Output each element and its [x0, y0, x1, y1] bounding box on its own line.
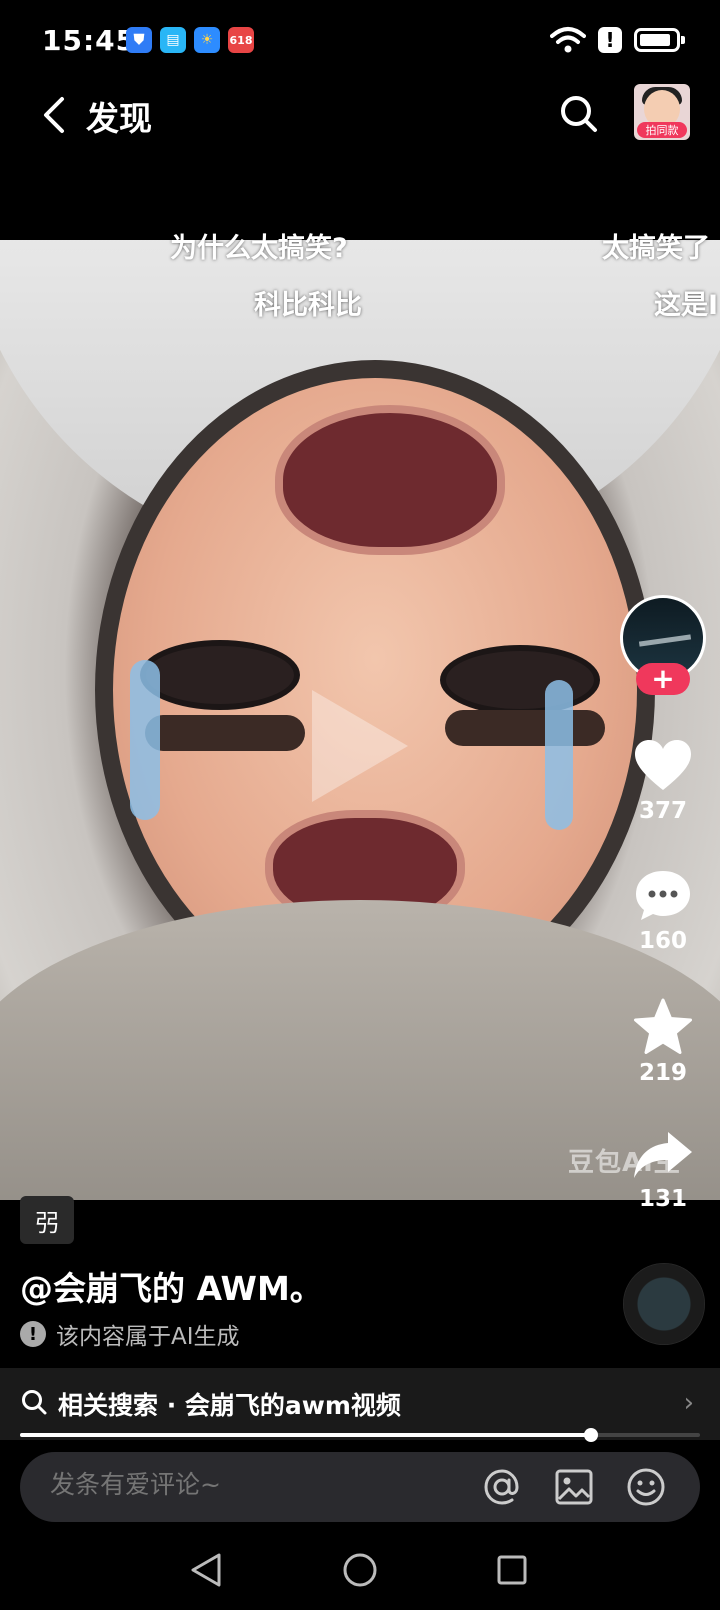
weather-app-icon: ☀ — [194, 27, 220, 53]
nav-recents-button[interactable] — [488, 1546, 536, 1594]
image-button[interactable] — [552, 1465, 596, 1509]
same-style-button[interactable]: 拍同款 — [634, 84, 690, 140]
music-disc[interactable] — [623, 1263, 705, 1345]
mention-button[interactable] — [480, 1465, 524, 1509]
share-button[interactable]: 131 — [625, 1130, 701, 1212]
video-tear-right — [545, 680, 573, 830]
avatar-rifle — [638, 634, 692, 647]
video-eye-right — [440, 645, 600, 715]
square-recents-icon — [497, 1555, 527, 1585]
danmaku-comment: 太搞笑了 — [602, 233, 710, 264]
shopping-app-icon: 618 — [228, 27, 254, 53]
topic-tag[interactable]: 弜 — [20, 1196, 74, 1244]
video-eye-left — [140, 640, 300, 710]
header: 发现 拍同款 — [0, 84, 720, 184]
related-search-bar[interactable]: 相关搜索 · 会崩飞的awm视频 › — [0, 1368, 720, 1440]
back-button[interactable] — [34, 92, 74, 138]
page-title: 发现 — [86, 99, 152, 138]
status-time: 15:45 — [42, 24, 137, 57]
emoji-button[interactable] — [624, 1465, 668, 1509]
search-button[interactable] — [557, 92, 601, 136]
video-stripe-left — [145, 715, 305, 751]
related-search-text: 相关搜索 · 会崩飞的awm视频 — [58, 1391, 401, 1420]
author-name[interactable]: @会崩飞的 AWM。 — [20, 1262, 323, 1310]
search-icon — [22, 1390, 47, 1415]
video-progress-bar[interactable] — [20, 1428, 700, 1442]
status-right: ! — [550, 26, 685, 54]
triangle-back-icon — [191, 1553, 221, 1587]
comment-bar — [20, 1452, 700, 1522]
comment-icon — [636, 871, 690, 920]
video-mouth-upper — [275, 405, 505, 555]
nav-home-button[interactable] — [336, 1546, 384, 1594]
nav-back-button[interactable] — [182, 1546, 230, 1594]
system-nav-bar — [0, 1530, 720, 1610]
share-count: 131 — [638, 1186, 687, 1212]
status-bar: 15:45 ⛊ ▤ ☀ 618 ! — [0, 0, 720, 84]
emoji-icon — [627, 1468, 665, 1506]
same-style-badge: 拍同款 — [637, 122, 687, 138]
battery-icon — [634, 28, 685, 52]
shield-app-icon: ⛊ — [126, 27, 152, 53]
danmaku-comment: 科比科比 — [254, 290, 362, 321]
search-icon — [561, 96, 597, 132]
favorite-button[interactable]: 219 — [625, 998, 701, 1086]
like-button[interactable]: 377 — [625, 738, 701, 824]
danmaku-comment: 为什么太搞笑? — [170, 233, 348, 264]
circle-home-icon — [343, 1553, 377, 1587]
image-icon — [555, 1469, 593, 1505]
ai-notice: ! 该内容属于AI生成 — [20, 1317, 240, 1351]
info-icon: ! — [20, 1321, 46, 1347]
at-sign-icon — [484, 1469, 519, 1505]
status-app-icons: ⛊ ▤ ☀ 618 — [126, 27, 254, 53]
progress-fill — [20, 1433, 592, 1437]
alert-icon: ! — [598, 27, 622, 53]
favorite-count: 219 — [638, 1060, 687, 1086]
wifi-icon — [550, 27, 586, 53]
video-tear-left — [130, 660, 160, 820]
like-count: 377 — [638, 798, 687, 824]
heart-icon — [635, 740, 691, 790]
star-icon — [634, 998, 692, 1054]
danmaku-comment: 这是I — [654, 290, 719, 321]
back-arrow-icon — [44, 97, 64, 133]
video-player[interactable]: 豆包AI生 — [0, 240, 720, 1200]
follow-button[interactable]: + — [636, 663, 690, 695]
comment-count: 160 — [638, 928, 687, 954]
ai-notice-text: 该内容属于AI生成 — [56, 1324, 240, 1350]
book-app-icon: ▤ — [160, 27, 186, 53]
video-stripe-right — [445, 710, 605, 746]
chevron-right-icon: › — [683, 1388, 694, 1418]
share-icon — [634, 1132, 692, 1178]
comment-input[interactable] — [50, 1470, 430, 1499]
comment-button[interactable]: 160 — [625, 868, 701, 954]
play-icon[interactable] — [312, 690, 408, 802]
